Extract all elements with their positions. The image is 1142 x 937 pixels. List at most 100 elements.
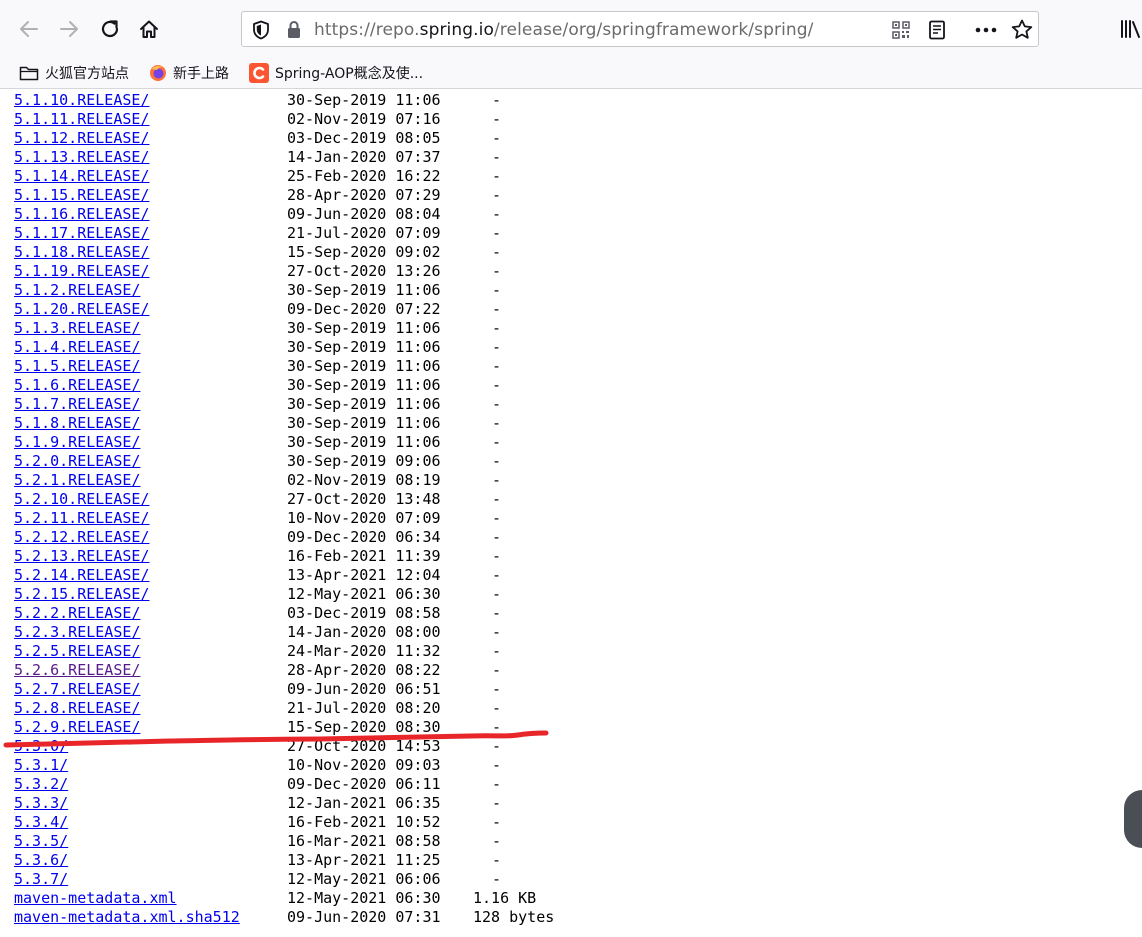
bookmark-star-icon[interactable]: [1011, 19, 1033, 40]
forward-button[interactable]: [52, 12, 86, 46]
listing-link[interactable]: 5.1.11.RELEASE/: [14, 110, 149, 128]
listing-link[interactable]: 5.1.12.RELEASE/: [14, 129, 149, 147]
listing-link[interactable]: 5.1.20.RELEASE/: [14, 300, 149, 318]
listing-size: -: [492, 775, 502, 793]
bookmark-getting-started[interactable]: 新手上路: [149, 62, 229, 84]
listing-link[interactable]: maven-metadata.xml.sha512: [14, 908, 240, 926]
listing-date: 15-Sep-2020 08:30: [287, 718, 441, 736]
listing-link[interactable]: 5.2.10.RELEASE/: [14, 490, 149, 508]
listing-link[interactable]: 5.2.3.RELEASE/: [14, 623, 140, 641]
listing-date: 28-Apr-2020 07:29: [287, 186, 441, 204]
listing-date: 12-May-2021 06:30: [287, 585, 441, 603]
scrollbar-thumb[interactable]: [1124, 790, 1142, 848]
listing-date: 24-Mar-2020 11:32: [287, 642, 441, 660]
tracking-shield-icon[interactable]: [252, 20, 270, 40]
listing-row: 5.2.2.RELEASE/03-Dec-2019 08:58 -: [14, 604, 1124, 623]
home-button[interactable]: [132, 12, 166, 46]
listing-row: 5.1.11.RELEASE/02-Nov-2019 07:16 -: [14, 110, 1124, 129]
listing-size: -: [492, 243, 502, 261]
listing-link[interactable]: 5.1.19.RELEASE/: [14, 262, 149, 280]
reader-view-icon[interactable]: [928, 20, 946, 40]
listing-link[interactable]: 5.3.7/: [14, 870, 68, 888]
listing-link[interactable]: 5.2.5.RELEASE/: [14, 642, 140, 660]
listing-date: 27-Oct-2020 14:53: [287, 737, 441, 755]
back-button[interactable]: [12, 12, 46, 46]
listing-date: 21-Jul-2020 07:09: [287, 224, 441, 242]
listing-link[interactable]: 5.1.7.RELEASE/: [14, 395, 140, 413]
bookmark-spring-aop[interactable]: Spring-AOP概念及使...: [249, 62, 423, 84]
library-icon[interactable]: [1120, 19, 1142, 39]
listing-link[interactable]: 5.3.2/: [14, 775, 68, 793]
listing-link[interactable]: 5.1.9.RELEASE/: [14, 433, 140, 451]
listing-link[interactable]: 5.1.16.RELEASE/: [14, 205, 149, 223]
listing-date: 30-Sep-2019 11:06: [287, 414, 441, 432]
listing-link[interactable]: 5.2.0.RELEASE/: [14, 452, 140, 470]
listing-row: 5.3.0/27-Oct-2020 14:53 -: [14, 737, 1124, 756]
listing-date: 30-Sep-2019 11:06: [287, 357, 441, 375]
listing-link[interactable]: 5.3.3/: [14, 794, 68, 812]
listing-link[interactable]: 5.1.2.RELEASE/: [14, 281, 140, 299]
listing-link[interactable]: 5.1.14.RELEASE/: [14, 167, 149, 185]
listing-link[interactable]: 5.1.17.RELEASE/: [14, 224, 149, 242]
listing-link[interactable]: 5.2.15.RELEASE/: [14, 585, 149, 603]
more-actions-icon[interactable]: [975, 27, 997, 33]
listing-date: 21-Jul-2020 08:20: [287, 699, 441, 717]
listing-link[interactable]: 5.2.2.RELEASE/: [14, 604, 140, 622]
listing-link[interactable]: 5.1.10.RELEASE/: [14, 91, 149, 109]
listing-date: 02-Nov-2019 07:16: [287, 110, 441, 128]
listing-row: 5.3.6/13-Apr-2021 11:25 -: [14, 851, 1124, 870]
listing-date: 30-Sep-2019 11:06: [287, 395, 441, 413]
listing-row: 5.3.2/09-Dec-2020 06:11 -: [14, 775, 1124, 794]
listing-row: 5.1.17.RELEASE/21-Jul-2020 07:09 -: [14, 224, 1124, 243]
listing-row: 5.1.6.RELEASE/30-Sep-2019 11:06 -: [14, 376, 1124, 395]
listing-link[interactable]: 5.1.4.RELEASE/: [14, 338, 140, 356]
url-text[interactable]: https://repo.spring.io/release/org/sprin…: [314, 20, 813, 40]
listing-link[interactable]: 5.3.1/: [14, 756, 68, 774]
listing-link[interactable]: 5.1.8.RELEASE/: [14, 414, 140, 432]
lock-icon[interactable]: [286, 20, 302, 39]
url-bar[interactable]: https://repo.spring.io/release/org/sprin…: [241, 11, 1039, 47]
qr-code-icon[interactable]: [892, 21, 910, 39]
listing-link[interactable]: 5.1.5.RELEASE/: [14, 357, 140, 375]
listing-link[interactable]: 5.3.6/: [14, 851, 68, 869]
listing-size: -: [492, 813, 502, 831]
listing-link[interactable]: 5.3.5/: [14, 832, 68, 850]
listing-link[interactable]: 5.2.1.RELEASE/: [14, 471, 140, 489]
listing-link[interactable]: 5.2.13.RELEASE/: [14, 547, 149, 565]
listing-link[interactable]: 5.1.6.RELEASE/: [14, 376, 140, 394]
listing-size: -: [492, 490, 502, 508]
listing-date: 30-Sep-2019 11:06: [287, 281, 441, 299]
firefox-logo-icon: [150, 65, 166, 81]
listing-link[interactable]: 5.1.3.RELEASE/: [14, 319, 140, 337]
listing-link[interactable]: maven-metadata.xml: [14, 889, 177, 907]
listing-link[interactable]: 5.1.18.RELEASE/: [14, 243, 149, 261]
listing-size: -: [492, 205, 502, 223]
listing-size: -: [492, 528, 502, 546]
listing-date: 12-May-2021 06:06: [287, 870, 441, 888]
listing-link[interactable]: 5.2.7.RELEASE/: [14, 680, 140, 698]
listing-link[interactable]: 5.1.13.RELEASE/: [14, 148, 149, 166]
bookmark-label: 火狐官方站点: [45, 66, 129, 82]
listing-link[interactable]: 5.2.6.RELEASE/: [14, 661, 140, 679]
listing-size: -: [492, 547, 502, 565]
listing-link[interactable]: 5.2.14.RELEASE/: [14, 566, 149, 584]
listing-link[interactable]: 5.2.12.RELEASE/: [14, 528, 149, 546]
listing-row: 5.2.12.RELEASE/09-Dec-2020 06:34 -: [14, 528, 1124, 547]
listing-date: 30-Sep-2019 11:06: [287, 91, 441, 109]
listing-link[interactable]: 5.2.11.RELEASE/: [14, 509, 149, 527]
listing-date: 15-Sep-2020 09:02: [287, 243, 441, 261]
listing-size: 1.16 KB: [473, 889, 537, 907]
bookmark-firefox-official[interactable]: 火狐官方站点: [19, 62, 129, 84]
listing-link[interactable]: 5.3.0/: [14, 737, 68, 755]
listing-row: 5.2.5.RELEASE/24-Mar-2020 11:32 -: [14, 642, 1124, 661]
listing-size: -: [492, 471, 502, 489]
listing-link[interactable]: 5.3.4/: [14, 813, 68, 831]
listing-row: 5.1.10.RELEASE/30-Sep-2019 11:06 -: [14, 91, 1124, 110]
reload-button[interactable]: [93, 12, 127, 46]
listing-size: -: [492, 433, 502, 451]
listing-link[interactable]: 5.2.9.RELEASE/: [14, 718, 140, 736]
listing-link[interactable]: 5.2.8.RELEASE/: [14, 699, 140, 717]
listing-date: 03-Dec-2019 08:05: [287, 129, 441, 147]
listing-row: 5.2.15.RELEASE/12-May-2021 06:30 -: [14, 585, 1124, 604]
listing-link[interactable]: 5.1.15.RELEASE/: [14, 186, 149, 204]
